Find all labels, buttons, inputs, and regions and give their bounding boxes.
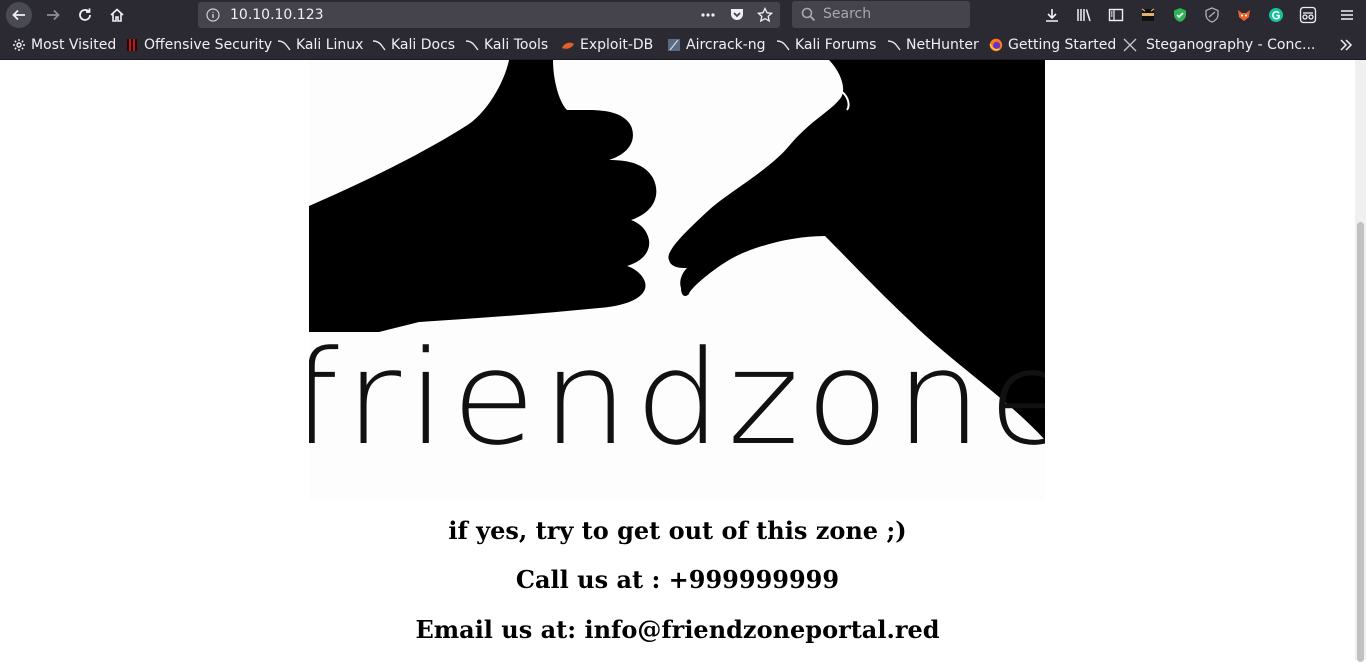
bookmark-star-icon[interactable] — [757, 7, 773, 23]
bookmark-label: Getting Started — [1008, 37, 1117, 53]
firefox-icon — [989, 38, 1003, 52]
url-bar[interactable]: 10.10.10.123 — [198, 2, 780, 28]
bookmark-nethunter[interactable]: NetHunter — [887, 30, 979, 60]
fox-proxy-icon — [1238, 10, 1250, 21]
kali-dragon-icon — [465, 38, 479, 52]
arrow-right-icon — [47, 9, 60, 21]
sidebar-icon — [1108, 8, 1124, 22]
bookmark-getting-started[interactable]: Getting Started — [989, 30, 1116, 60]
kali-dragon-icon — [887, 38, 901, 52]
browser-toolbar: 10.10.10.123 Search — [0, 0, 1366, 30]
kali-dragon-icon — [372, 38, 386, 52]
downloads-button[interactable] — [1039, 2, 1065, 28]
vertical-scrollbar[interactable] — [1355, 60, 1366, 662]
bookmark-label: Kali Linux — [296, 37, 364, 53]
forward-button[interactable] — [40, 2, 66, 28]
gear-icon — [12, 38, 26, 52]
bookmark-exploit-db[interactable]: Exploit-DB — [561, 30, 653, 60]
logo-wordmark: friendzone — [309, 322, 1045, 474]
home-button[interactable] — [104, 2, 130, 28]
reload-icon — [79, 8, 91, 21]
bookmarks-toolbar: Most Visited Offensive Security Kali Lin… — [0, 30, 1366, 60]
back-button[interactable] — [6, 2, 32, 28]
bookmark-label: Kali Tools — [484, 37, 549, 53]
extension-shield-button[interactable] — [1167, 2, 1193, 28]
bookmark-label: Exploit-DB — [580, 37, 654, 53]
shield-check-icon — [1174, 8, 1186, 22]
bookmark-label: Kali Docs — [391, 37, 456, 53]
aircrack-icon — [667, 38, 681, 52]
download-icon — [1046, 9, 1058, 22]
info-icon[interactable] — [206, 8, 220, 22]
library-button[interactable] — [1071, 2, 1097, 28]
arrow-left-icon — [12, 9, 25, 21]
home-icon — [110, 8, 124, 22]
search-icon — [801, 7, 816, 22]
bookmark-steganography[interactable]: Steganography - Conc... — [1122, 30, 1315, 60]
bookmarks-overflow-button[interactable] — [1339, 30, 1353, 60]
exploitdb-icon — [561, 38, 575, 52]
message-phone-line: Call us at : +999999999 — [515, 565, 840, 594]
bookmark-aircrack-ng[interactable]: Aircrack-ng — [667, 30, 766, 60]
kali-dragon-icon — [776, 38, 790, 52]
bookmark-label: Offensive Security — [144, 37, 273, 53]
search-placeholder: Search — [823, 6, 872, 22]
extension-privacy-button[interactable] — [1199, 2, 1225, 28]
search-input[interactable]: Search — [792, 1, 970, 28]
url-text[interactable]: 10.10.10.123 — [230, 2, 324, 28]
bookmark-most-visited[interactable]: Most Visited — [12, 30, 116, 60]
message-line-1: if yes, try to get out of this zone ;) — [448, 516, 907, 545]
bookmark-label: NetHunter — [906, 37, 979, 53]
bookmark-kali-docs[interactable]: Kali Docs — [372, 30, 455, 60]
extension-grammarly-button[interactable] — [1263, 2, 1289, 28]
extension-spy-button[interactable] — [1295, 2, 1321, 28]
spy-glasses-icon — [1299, 6, 1317, 24]
extension-foxy-button[interactable] — [1231, 2, 1257, 28]
extension-ninja-button[interactable] — [1135, 2, 1161, 28]
hamburger-menu-icon — [1341, 10, 1353, 20]
kali-dragon-icon — [277, 38, 291, 52]
pocket-icon[interactable] — [729, 7, 745, 23]
page-viewport: friendzone if yes, try to get out of thi… — [0, 60, 1355, 660]
reload-button[interactable] — [72, 2, 98, 28]
bookmark-kali-tools[interactable]: Kali Tools — [465, 30, 548, 60]
friendzone-logo-image: friendzone — [309, 60, 1045, 500]
bookmark-kali-forums[interactable]: Kali Forums — [776, 30, 876, 60]
offsec-icon — [125, 38, 139, 52]
scrollbar-thumb[interactable] — [1357, 222, 1364, 662]
sidebar-button[interactable] — [1103, 2, 1129, 28]
message-email-line: Email us at: info@friendzoneportal.red — [415, 615, 940, 644]
ninja-icon — [1141, 8, 1155, 21]
privacy-shield-icon — [1205, 7, 1219, 23]
double-chevron-right-icon — [1340, 39, 1353, 51]
grammarly-icon — [1269, 8, 1283, 22]
bookmark-label: Kali Forums — [795, 37, 877, 53]
bookmark-label: Aircrack-ng — [686, 37, 766, 53]
x-icon — [1122, 38, 1138, 52]
bookmark-label: Most Visited — [31, 37, 117, 53]
menu-button[interactable] — [1334, 2, 1360, 28]
bookmark-label: Steganography - Conc... — [1146, 37, 1316, 53]
bookmark-kali-linux[interactable]: Kali Linux — [277, 30, 363, 60]
library-icon — [1077, 9, 1091, 22]
more-actions-icon[interactable] — [700, 8, 716, 22]
bookmark-offensive-security[interactable]: Offensive Security — [125, 30, 272, 60]
